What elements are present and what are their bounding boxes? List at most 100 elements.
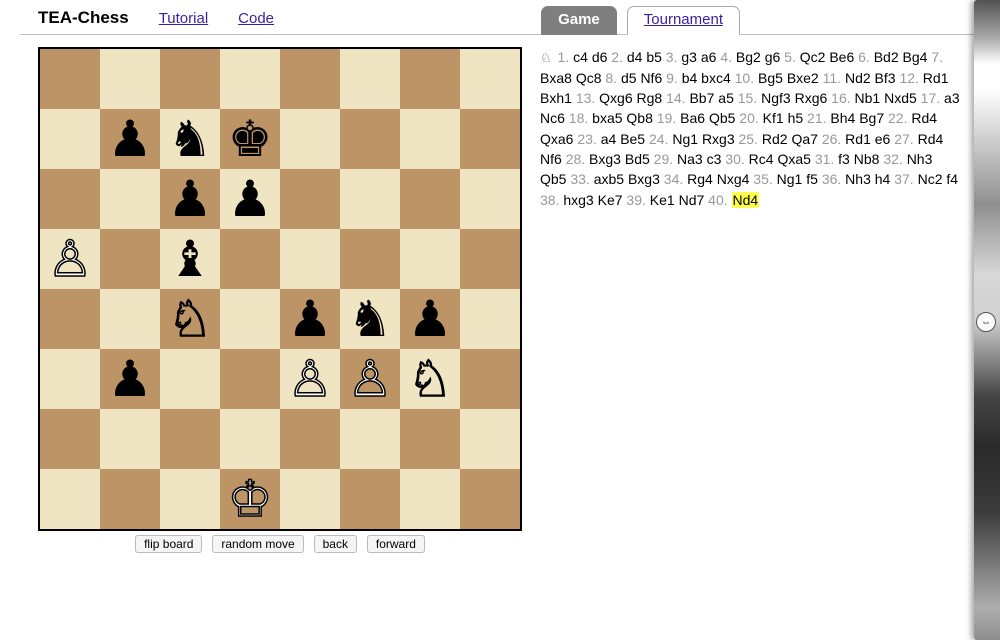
move-white[interactable]: g3 [681, 49, 697, 65]
move-black[interactable]: a5 [718, 90, 734, 106]
move-white[interactable]: d4 [627, 49, 643, 65]
move-white[interactable]: Ng1 [777, 171, 803, 187]
move-black[interactable]: Qb8 [626, 110, 652, 126]
move-black[interactable]: f5 [806, 171, 818, 187]
move-white[interactable]: Bxg3 [589, 151, 621, 167]
move-white[interactable]: a4 [601, 131, 617, 147]
square-e2[interactable] [280, 409, 340, 469]
move-white[interactable]: Nh3 [845, 171, 871, 187]
square-c3[interactable] [160, 349, 220, 409]
move-white[interactable]: c4 [573, 49, 588, 65]
square-b6[interactable] [100, 169, 160, 229]
square-c2[interactable] [160, 409, 220, 469]
move-white[interactable]: Bxa8 [540, 70, 572, 86]
square-e6[interactable] [280, 169, 340, 229]
move-black[interactable]: Ke7 [598, 192, 623, 208]
black-bishop[interactable]: ♝ [168, 234, 213, 284]
move-black[interactable]: Nb8 [854, 151, 880, 167]
square-g4[interactable]: ♟ [400, 289, 460, 349]
move-white[interactable]: axb5 [594, 171, 624, 187]
move-white[interactable]: bxa5 [592, 110, 622, 126]
square-d7[interactable]: ♚ [220, 109, 280, 169]
square-e3[interactable]: ♙ [280, 349, 340, 409]
move-white[interactable]: hxg3 [563, 192, 593, 208]
square-c4[interactable]: ♘ [160, 289, 220, 349]
move-black[interactable]: Qb5 [709, 110, 735, 126]
white-pawn[interactable]: ♙ [288, 354, 333, 404]
move-black[interactable]: Qa7 [791, 131, 817, 147]
square-b7[interactable]: ♟ [100, 109, 160, 169]
move-white[interactable]: Bd2 [874, 49, 899, 65]
square-e5[interactable] [280, 229, 340, 289]
move-black[interactable]: h4 [875, 171, 891, 187]
move-white[interactable]: Qxg6 [599, 90, 632, 106]
move-white[interactable]: Rd2 [762, 131, 788, 147]
black-pawn[interactable]: ♟ [108, 114, 153, 164]
move-black[interactable]: Nc6 [540, 110, 565, 126]
square-g1[interactable] [400, 469, 460, 529]
white-pawn[interactable]: ♙ [48, 234, 93, 284]
square-h5[interactable] [460, 229, 520, 289]
square-h6[interactable] [460, 169, 520, 229]
square-f1[interactable] [340, 469, 400, 529]
move-black[interactable]: Nd7 [679, 192, 705, 208]
square-c7[interactable]: ♞ [160, 109, 220, 169]
square-g2[interactable] [400, 409, 460, 469]
square-d3[interactable] [220, 349, 280, 409]
move-black[interactable]: f4 [946, 171, 958, 187]
move-black[interactable]: Rxg6 [795, 90, 828, 106]
move-black[interactable]: Bf3 [875, 70, 896, 86]
white-knight[interactable]: ♘ [408, 354, 453, 404]
move-white[interactable]: Nd4 [732, 192, 760, 208]
chess-board[interactable]: ♟♞♚♟♟♙♝♘♟♞♟♟♙♙♘♔ [38, 47, 522, 531]
move-white[interactable]: Rc4 [749, 151, 774, 167]
black-knight[interactable]: ♞ [168, 114, 213, 164]
move-black[interactable]: Rxg3 [702, 131, 735, 147]
square-f4[interactable]: ♞ [340, 289, 400, 349]
move-black[interactable]: Qxa5 [777, 151, 810, 167]
square-d1[interactable]: ♔ [220, 469, 280, 529]
move-black[interactable]: b5 [646, 49, 662, 65]
square-h7[interactable] [460, 109, 520, 169]
square-f2[interactable] [340, 409, 400, 469]
black-pawn[interactable]: ♟ [288, 294, 333, 344]
square-g8[interactable] [400, 49, 460, 109]
move-black[interactable]: e6 [875, 131, 891, 147]
square-e4[interactable]: ♟ [280, 289, 340, 349]
square-g7[interactable] [400, 109, 460, 169]
move-black[interactable]: a6 [701, 49, 717, 65]
move-white[interactable]: f3 [838, 151, 850, 167]
square-a2[interactable] [40, 409, 100, 469]
square-a1[interactable] [40, 469, 100, 529]
square-e1[interactable] [280, 469, 340, 529]
square-f6[interactable] [340, 169, 400, 229]
black-pawn[interactable]: ♟ [168, 174, 213, 224]
white-pawn[interactable]: ♙ [348, 354, 393, 404]
move-white[interactable]: Rd4 [911, 110, 937, 126]
move-white[interactable]: Rd4 [918, 131, 944, 147]
move-white[interactable]: Nh3 [907, 151, 933, 167]
square-d5[interactable] [220, 229, 280, 289]
square-a4[interactable] [40, 289, 100, 349]
white-king[interactable]: ♔ [228, 474, 273, 524]
move-black[interactable]: Be5 [620, 131, 645, 147]
flip-board-button[interactable]: flip board [135, 535, 202, 553]
move-white[interactable]: Nd2 [845, 70, 871, 86]
move-black[interactable]: Qxa6 [540, 131, 573, 147]
square-b3[interactable]: ♟ [100, 349, 160, 409]
move-black[interactable]: Bd5 [625, 151, 650, 167]
move-black[interactable]: Qb5 [540, 171, 566, 187]
back-button[interactable]: back [314, 535, 357, 553]
white-knight[interactable]: ♘ [168, 294, 213, 344]
resize-handle-icon[interactable]: ⇔ [976, 312, 996, 332]
random-move-button[interactable]: random move [212, 535, 303, 553]
square-g3[interactable]: ♘ [400, 349, 460, 409]
tab-game[interactable]: Game [541, 6, 617, 35]
square-h4[interactable] [460, 289, 520, 349]
square-h2[interactable] [460, 409, 520, 469]
move-white[interactable]: a3 [944, 90, 960, 106]
move-black[interactable]: d6 [592, 49, 608, 65]
square-h3[interactable] [460, 349, 520, 409]
square-h8[interactable] [460, 49, 520, 109]
square-c8[interactable] [160, 49, 220, 109]
